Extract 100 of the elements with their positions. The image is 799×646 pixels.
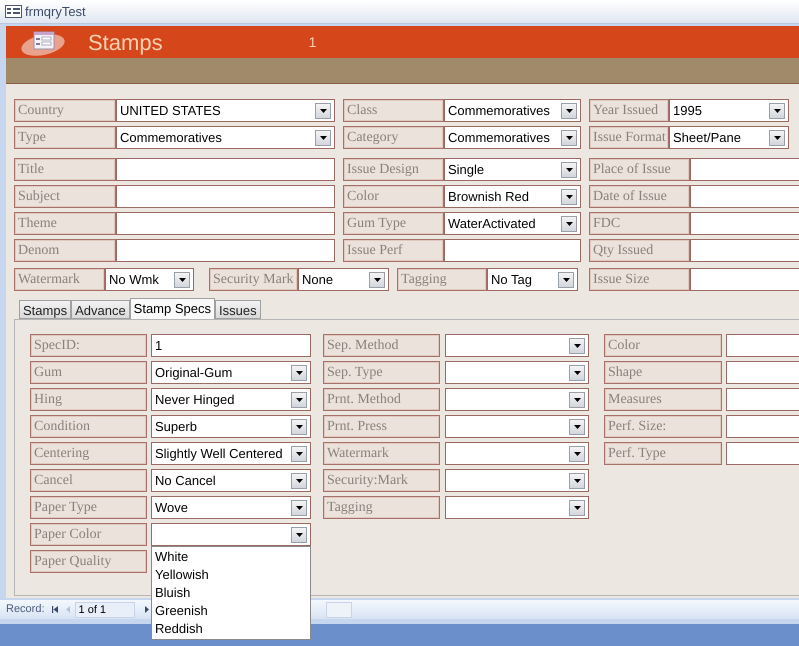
record-position-field[interactable]: 1 of 1 bbox=[74, 602, 135, 618]
field-label: Denom bbox=[14, 239, 116, 262]
field-label: Security Mark bbox=[209, 268, 298, 291]
combo-box[interactable]: UNITED STATES bbox=[116, 99, 335, 122]
list-item[interactable]: Greenish bbox=[152, 602, 310, 620]
text-field[interactable] bbox=[726, 415, 799, 438]
text-field[interactable] bbox=[690, 158, 799, 181]
field-label: Date of Issue bbox=[589, 185, 690, 208]
combo-box[interactable]: Commemoratives bbox=[116, 126, 335, 149]
dropdown-button[interactable] bbox=[769, 102, 785, 118]
text-field[interactable] bbox=[116, 212, 335, 235]
text-field[interactable] bbox=[690, 239, 799, 262]
dropdown-button[interactable] bbox=[569, 500, 585, 516]
caret-down-icon bbox=[296, 424, 302, 428]
search-field[interactable] bbox=[326, 602, 352, 618]
list-item[interactable]: Yellowish bbox=[152, 566, 310, 584]
combo-box[interactable]: Superb bbox=[151, 415, 311, 438]
combo-box[interactable]: No Cancel bbox=[151, 469, 311, 492]
field-label: Paper Quality bbox=[30, 550, 147, 573]
field-label: SpecID: bbox=[30, 334, 147, 357]
dropdown-button[interactable] bbox=[291, 446, 307, 462]
combo-box[interactable]: Sheet/Pane bbox=[669, 126, 789, 149]
dropdown-button[interactable] bbox=[561, 102, 577, 118]
tab[interactable]: Issues bbox=[215, 300, 261, 319]
combo-box[interactable]: Brownish Red bbox=[444, 185, 581, 208]
caret-down-icon bbox=[562, 278, 570, 282]
combo-box[interactable]: Commemoratives bbox=[444, 126, 581, 149]
dropdown-button[interactable] bbox=[569, 338, 585, 354]
field-label: Issue Format bbox=[589, 126, 669, 149]
field-label: Prnt. Method bbox=[323, 388, 440, 411]
text-field[interactable] bbox=[690, 185, 799, 208]
text-field[interactable] bbox=[726, 334, 799, 357]
dropdown-button[interactable] bbox=[369, 272, 385, 288]
dropdown-button[interactable] bbox=[315, 130, 331, 146]
field-label: Color bbox=[343, 185, 444, 208]
field-value: None bbox=[301, 270, 334, 289]
dropdown-button[interactable] bbox=[291, 418, 307, 434]
combo-box[interactable] bbox=[445, 442, 589, 465]
combo-box[interactable]: None bbox=[298, 268, 389, 291]
field-label: Title bbox=[14, 158, 116, 181]
combo-box[interactable]: Single bbox=[444, 158, 581, 181]
combo-box[interactable]: No Wmk bbox=[105, 268, 194, 291]
dropdown-button[interactable] bbox=[561, 188, 577, 204]
combo-box[interactable]: 1995 bbox=[669, 99, 789, 122]
dropdown-button[interactable] bbox=[569, 472, 585, 488]
combo-box[interactable] bbox=[445, 469, 589, 492]
field-label: FDC bbox=[589, 212, 690, 235]
field-value: Single bbox=[447, 160, 486, 179]
first-record-button[interactable] bbox=[50, 604, 60, 616]
dropdown-button[interactable] bbox=[291, 500, 307, 516]
combo-box[interactable] bbox=[445, 388, 589, 411]
combo-box[interactable] bbox=[445, 334, 589, 357]
combo-box[interactable]: Commemoratives bbox=[444, 99, 581, 122]
dropdown-button[interactable] bbox=[315, 102, 331, 118]
combo-box[interactable] bbox=[445, 496, 589, 519]
text-field[interactable] bbox=[726, 442, 799, 465]
text-field[interactable]: 1 bbox=[151, 334, 311, 357]
next-record-button[interactable] bbox=[142, 604, 151, 616]
text-field[interactable] bbox=[690, 268, 799, 291]
list-item[interactable]: Reddish bbox=[152, 620, 310, 638]
tab[interactable]: Stamp Specs bbox=[130, 298, 215, 319]
tab[interactable]: Advance bbox=[71, 300, 130, 319]
text-field[interactable] bbox=[116, 185, 335, 208]
combo-box[interactable]: Never Hinged bbox=[151, 388, 311, 411]
combo-box[interactable]: Wove bbox=[151, 496, 311, 519]
field-value: No Wmk bbox=[108, 270, 160, 289]
dropdown-button[interactable] bbox=[769, 130, 785, 146]
dropdown-button[interactable] bbox=[291, 364, 307, 380]
combo-box[interactable]: Original-Gum bbox=[151, 361, 311, 384]
dropdown-button[interactable] bbox=[569, 418, 585, 434]
dropdown-button[interactable] bbox=[174, 272, 190, 288]
dropdown-button[interactable] bbox=[291, 392, 307, 408]
dropdown-button[interactable] bbox=[569, 392, 585, 408]
field-label: Qty Issued bbox=[589, 239, 690, 262]
combo-box[interactable] bbox=[445, 415, 589, 438]
text-field[interactable] bbox=[116, 239, 335, 262]
list-item[interactable]: Bluish bbox=[152, 584, 310, 602]
dropdown-button[interactable] bbox=[561, 162, 577, 178]
caret-down-icon bbox=[296, 398, 302, 402]
text-field[interactable] bbox=[690, 212, 799, 235]
dropdown-button[interactable] bbox=[561, 130, 577, 146]
dropdown-button[interactable] bbox=[561, 216, 577, 232]
text-field[interactable] bbox=[116, 158, 335, 181]
combo-box[interactable] bbox=[445, 361, 589, 384]
dropdown-button[interactable] bbox=[558, 272, 574, 288]
tab[interactable]: Stamps bbox=[19, 300, 72, 319]
dropdown-button[interactable] bbox=[569, 446, 585, 462]
combo-box[interactable] bbox=[151, 523, 311, 546]
combo-box[interactable]: Slightly Well Centered bbox=[151, 442, 311, 465]
dropdown-button[interactable] bbox=[291, 526, 307, 542]
dropdown-button[interactable] bbox=[569, 364, 585, 380]
dropdown-button[interactable] bbox=[291, 472, 307, 488]
list-item[interactable]: White bbox=[152, 548, 310, 566]
text-field[interactable] bbox=[444, 239, 581, 262]
combo-box[interactable]: WaterActivated bbox=[444, 212, 581, 235]
field-label: Issue Design bbox=[343, 158, 444, 181]
caret-down-icon bbox=[574, 506, 580, 510]
text-field[interactable] bbox=[726, 361, 799, 384]
text-field[interactable] bbox=[726, 388, 799, 411]
combo-box[interactable]: No Tag bbox=[487, 268, 578, 291]
